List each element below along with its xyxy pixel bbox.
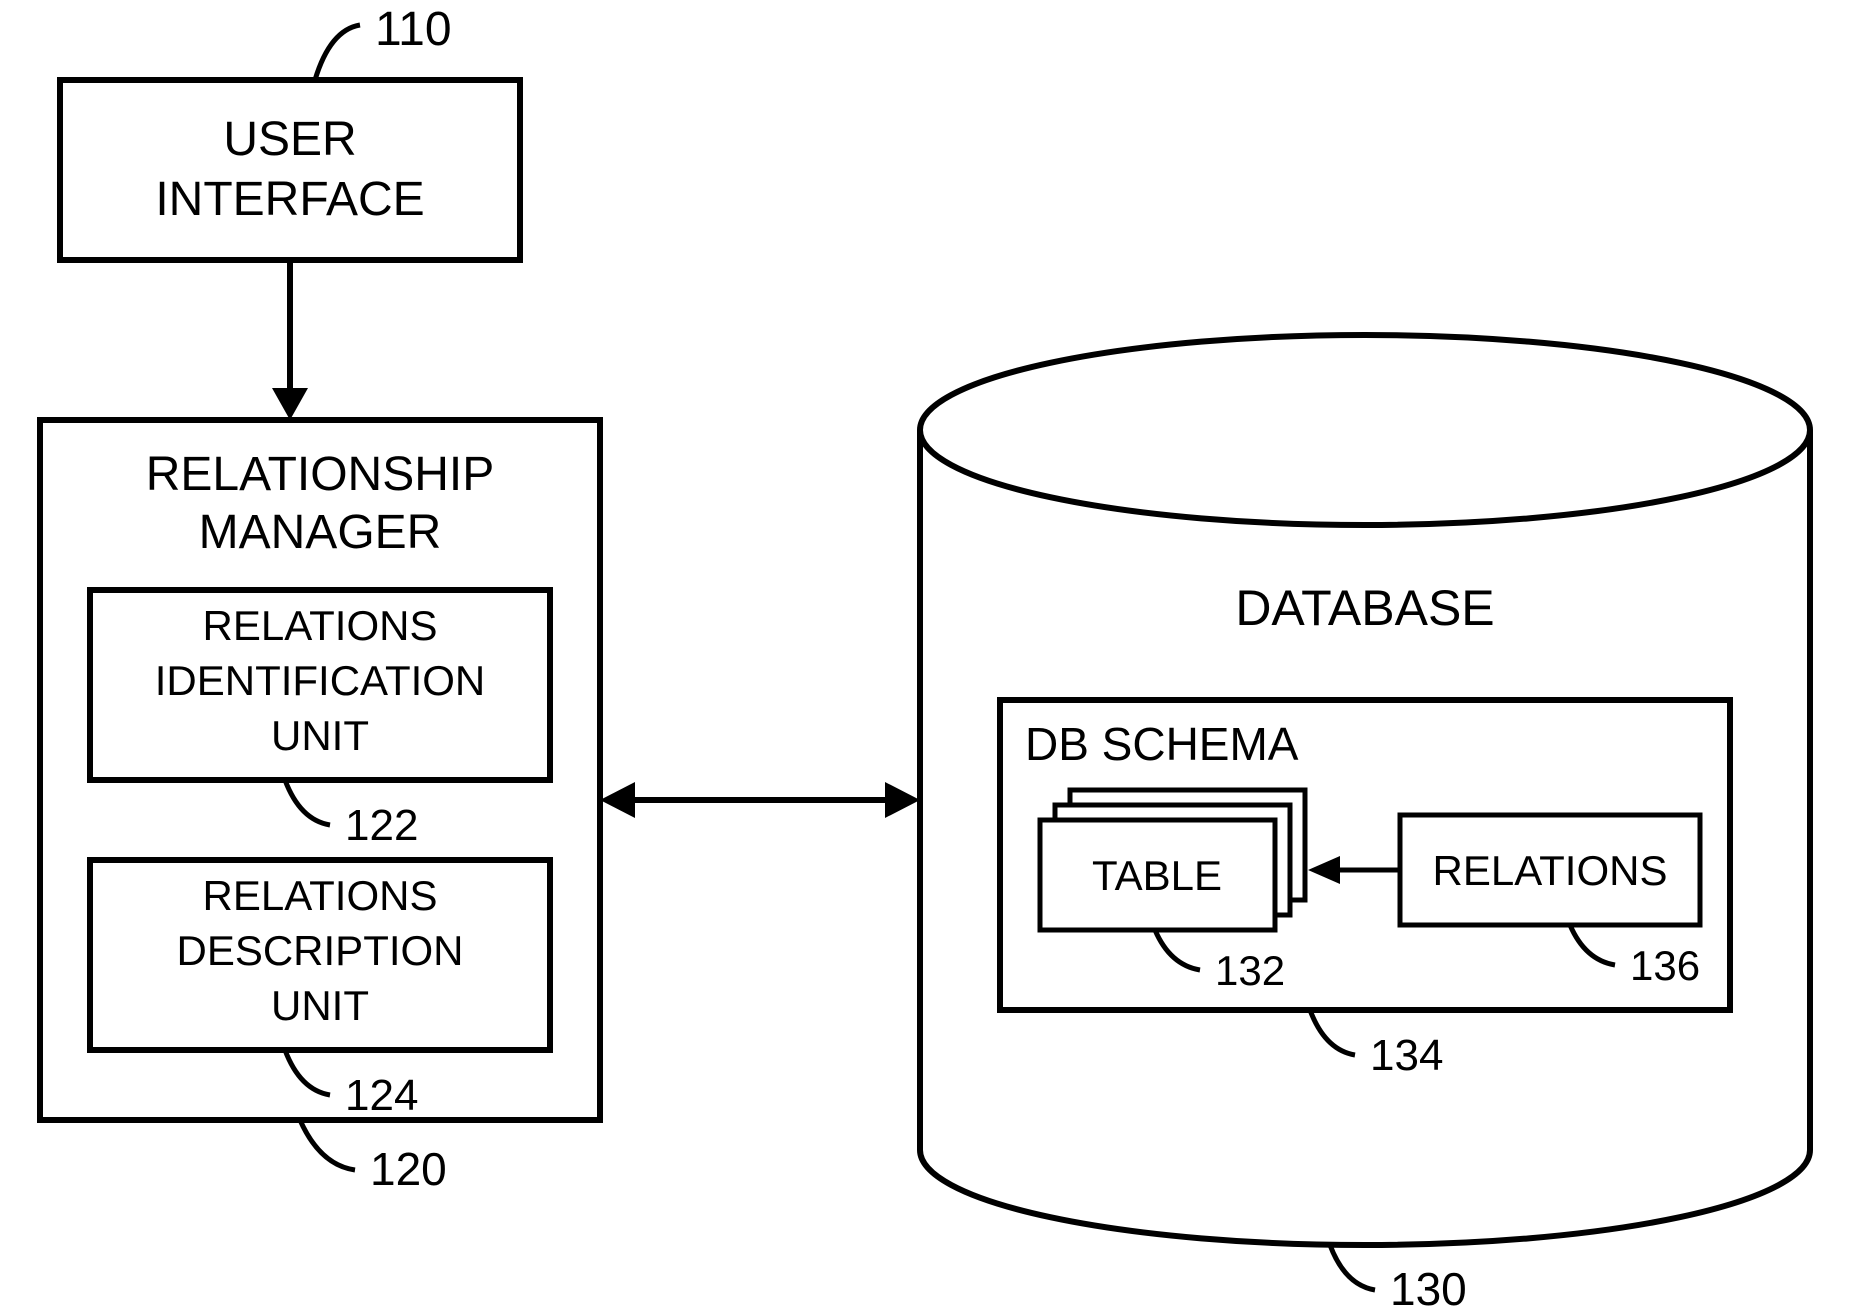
user-interface-label-line2: INTERFACE: [155, 173, 424, 226]
db-schema-ref: 134: [1370, 1031, 1443, 1080]
riu-ref: 122: [345, 801, 418, 850]
relationship-manager-title-line2: MANAGER: [199, 506, 442, 559]
relationship-manager-node: RELATIONSHIP MANAGER RELATIONS IDENTIFIC…: [40, 420, 600, 1195]
rdu-line1: RELATIONS: [203, 872, 438, 919]
db-schema-title: DB SCHEMA: [1025, 718, 1299, 770]
table-ref: 132: [1215, 947, 1285, 994]
riu-line3: UNIT: [271, 712, 369, 759]
arrow-ui-to-manager: [272, 260, 308, 420]
relationship-manager-title-line1: RELATIONSHIP: [146, 448, 495, 501]
table-label: TABLE: [1092, 852, 1222, 899]
database-node: DATABASE DB SCHEMA TABLE 132: [920, 335, 1810, 1314]
user-interface-ref: 110: [375, 3, 452, 56]
rdu-ref: 124: [345, 1071, 418, 1120]
relations-label: RELATIONS: [1433, 847, 1668, 894]
arrow-manager-database: [600, 782, 920, 818]
database-ref: 130: [1390, 1263, 1467, 1314]
relations-identification-unit-node: RELATIONS IDENTIFICATION UNIT 122: [90, 590, 550, 850]
user-interface-node: USER INTERFACE 110: [60, 3, 520, 260]
database-title: DATABASE: [1235, 580, 1494, 636]
rdu-line2: DESCRIPTION: [176, 927, 463, 974]
riu-line1: RELATIONS: [203, 602, 438, 649]
relations-ref: 136: [1630, 942, 1700, 989]
db-schema-node: DB SCHEMA TABLE 132 RELATIONS: [1000, 700, 1730, 1080]
relationship-manager-ref: 120: [370, 1143, 447, 1195]
relations-description-unit-node: RELATIONS DESCRIPTION UNIT 124: [90, 860, 550, 1120]
riu-line2: IDENTIFICATION: [155, 657, 486, 704]
diagram-canvas: USER INTERFACE 110 RELATIONSHIP MANAGER …: [0, 0, 1863, 1314]
user-interface-label-line1: USER: [223, 113, 356, 166]
rdu-line3: UNIT: [271, 982, 369, 1029]
